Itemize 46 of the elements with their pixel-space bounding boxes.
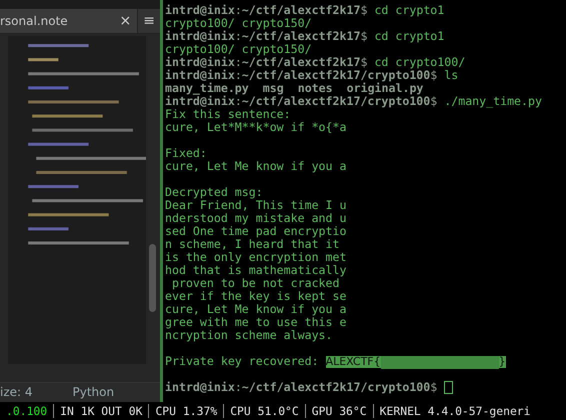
prompt-text: intrd@inix:~/ctf/alexctf2k17$ xyxy=(165,30,368,43)
status-item: .0.100 xyxy=(5,404,48,418)
output-text: gree with me to use this e xyxy=(165,316,346,329)
status-item: CPU 51.0°C xyxy=(223,404,305,418)
command-text: cd crypto100/ xyxy=(374,56,466,69)
output-text: Fix this sentence: xyxy=(165,108,291,121)
close-button[interactable]: × xyxy=(114,13,138,30)
status-item: GPU 36°C xyxy=(304,404,373,418)
prompt-text: intrd@inix:~/ctf/alexctf2k17$ xyxy=(165,4,368,17)
output-text: ever if the key is kept se xyxy=(165,290,346,303)
scrollbar-thumb[interactable] xyxy=(149,244,156,312)
prompt-text: intrd@inix:~/ctf/alexctf2k17/crypto100$ xyxy=(165,381,438,394)
command-text: cd crypto1 xyxy=(374,4,444,17)
status-item: CPU 1.37% xyxy=(148,404,224,418)
output-text: n scheme, I heard that it xyxy=(165,238,340,251)
command-text: ./many_time.py xyxy=(444,95,542,108)
output-text: cure, Let*M**k*ow if *o{*a xyxy=(165,121,346,134)
command-text: cd crypto1 xyxy=(374,30,444,43)
file-name: msg xyxy=(262,82,284,95)
prompt-text: intrd@inix:~/ctf/alexctf2k17$ xyxy=(165,56,368,69)
menu-button[interactable]: ≡ xyxy=(137,9,160,34)
output-text: is the only encryption met xyxy=(165,251,346,264)
output-text: crypto100/ crypto150/ xyxy=(165,43,312,56)
output-text: Fixed: xyxy=(165,147,207,160)
file-name: notes xyxy=(298,82,333,95)
status-item: IN 1K OUT 0K xyxy=(53,404,148,418)
output-text: crypto100/ crypto150/ xyxy=(165,17,312,30)
output-text: hod that is mathematically xyxy=(165,264,346,277)
output-text: cure, Let Me know if you a xyxy=(165,160,346,173)
output-text: sed One time pad encryptio xyxy=(165,225,346,238)
command-text: ls xyxy=(444,69,458,82)
output-text: Dear Friend, This time I u xyxy=(165,199,346,212)
status-text: ize: 4 xyxy=(0,385,33,400)
output-text: proven to be not cracked xyxy=(170,277,340,290)
prompt-text: intrd@inix:~/ctf/alexctf2k17/crypto100$ xyxy=(165,69,438,82)
file-name: many_time.py xyxy=(165,82,249,95)
output-text: Decrypted msg: xyxy=(165,186,263,199)
status-item: KERNEL 4.4.0-57-generi xyxy=(372,404,537,418)
output-text: cure, Let Me know if you a xyxy=(165,303,346,316)
language-label[interactable]: Python xyxy=(72,385,114,400)
output-text: nderstood my mistake and u xyxy=(165,212,346,225)
file-name: original.py xyxy=(346,82,424,95)
prompt-text: intrd@inix:~/ctf/alexctf2k17/crypto100$ xyxy=(165,95,438,108)
output-text: ncryption scheme always. xyxy=(165,329,333,342)
tab-title[interactable]: rsonal.note xyxy=(0,14,114,28)
output-text: Private key recovered: xyxy=(165,355,319,368)
